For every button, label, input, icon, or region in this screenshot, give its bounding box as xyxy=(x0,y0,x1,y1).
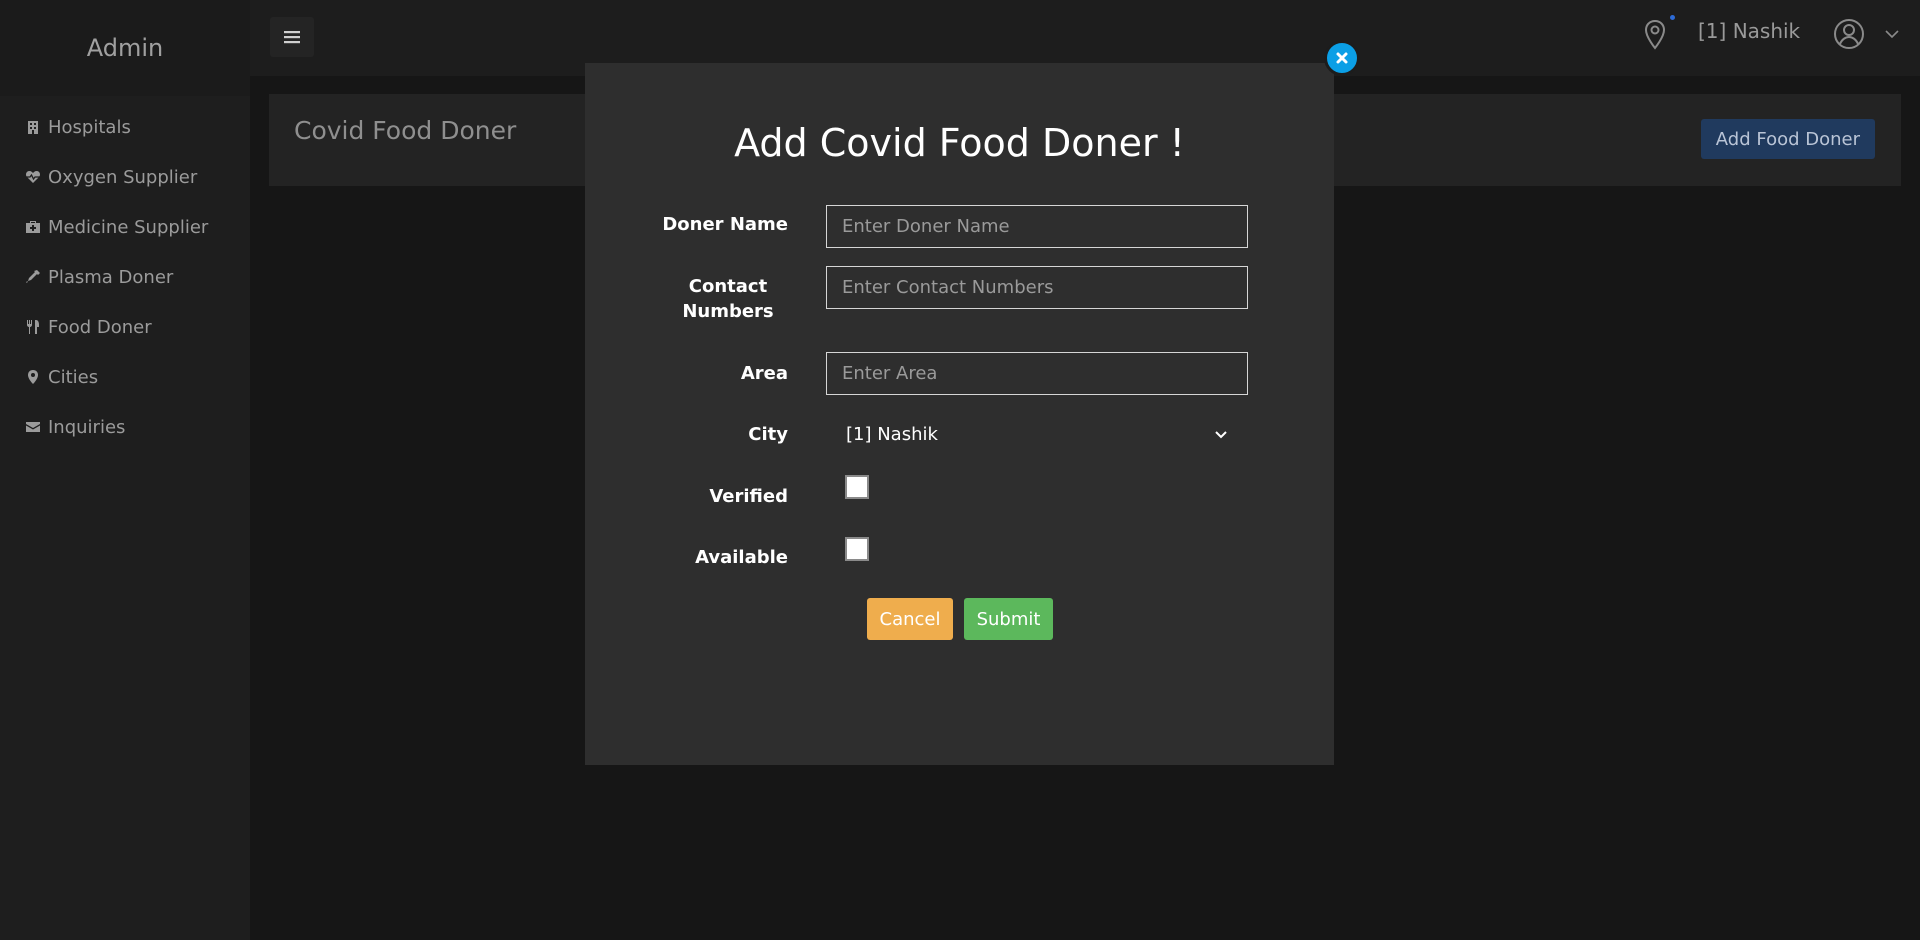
sidebar-item-oxygen-supplier[interactable]: Oxygen Supplier xyxy=(0,152,250,202)
city-select-value: [1] Nashik xyxy=(846,424,938,445)
verified-checkbox[interactable] xyxy=(845,475,869,499)
medkit-icon xyxy=(24,218,42,236)
sidebar-brand: Admin xyxy=(0,0,250,96)
sidebar-item-hospitals[interactable]: Hospitals xyxy=(0,102,250,152)
envelope-icon xyxy=(24,418,42,436)
hospital-icon xyxy=(24,118,42,136)
sidebar-item-label: Cities xyxy=(48,366,99,388)
sidebar-item-medicine-supplier[interactable]: Medicine Supplier xyxy=(0,202,250,252)
area-input[interactable] xyxy=(826,352,1248,395)
sidebar-item-food-doner[interactable]: Food Doner xyxy=(0,302,250,352)
user-avatar-icon[interactable] xyxy=(1832,17,1866,51)
current-city-label[interactable]: [1] Nashik xyxy=(1698,19,1800,43)
page-title: Covid Food Doner xyxy=(294,116,517,145)
chevron-down-icon xyxy=(1215,430,1227,438)
sidebar-item-label: Oxygen Supplier xyxy=(48,166,198,188)
sidebar-item-plasma-doner[interactable]: Plasma Doner xyxy=(0,252,250,302)
cancel-button[interactable]: Cancel xyxy=(867,598,953,640)
city-label: City xyxy=(748,424,788,445)
sidebar-nav: Hospitals Oxygen Supplier Medicine Suppl… xyxy=(0,96,250,452)
close-icon xyxy=(1336,52,1348,64)
location-pin-icon[interactable] xyxy=(1640,18,1670,52)
sidebar-item-label: Food Doner xyxy=(48,316,152,338)
hamburger-icon xyxy=(284,31,300,44)
doner-name-input[interactable] xyxy=(826,205,1248,248)
contact-numbers-label: Contact Numbers xyxy=(682,276,774,322)
map-marker-icon xyxy=(24,368,42,386)
submit-button[interactable]: Submit xyxy=(964,598,1053,640)
verified-label: Verified xyxy=(709,486,788,507)
sidebar-item-inquiries[interactable]: Inquiries xyxy=(0,402,250,452)
modal-close-button[interactable] xyxy=(1324,40,1360,76)
area-label: Area xyxy=(740,363,788,384)
sidebar-item-cities[interactable]: Cities xyxy=(0,352,250,402)
available-label: Available xyxy=(695,547,788,568)
modal-title: Add Covid Food Doner ! xyxy=(734,121,1185,165)
notification-dot xyxy=(1670,15,1675,20)
available-checkbox[interactable] xyxy=(845,537,869,561)
menu-toggle-button[interactable] xyxy=(270,17,314,57)
add-doner-modal: Add Covid Food Doner ! Doner Name Contac… xyxy=(585,63,1334,765)
contact-numbers-input[interactable] xyxy=(826,266,1248,309)
sidebar-item-label: Plasma Doner xyxy=(48,266,174,288)
sidebar-item-label: Medicine Supplier xyxy=(48,216,209,238)
sidebar-item-label: Hospitals xyxy=(48,116,131,138)
city-select[interactable]: [1] Nashik xyxy=(826,413,1248,456)
doner-name-label: Doner Name xyxy=(662,214,788,235)
eyedropper-icon xyxy=(24,268,42,286)
heartbeat-icon xyxy=(24,168,42,186)
cutlery-icon xyxy=(24,318,42,336)
sidebar-item-label: Inquiries xyxy=(48,416,126,438)
add-food-doner-button[interactable]: Add Food Doner xyxy=(1700,119,1875,159)
sidebar: Admin Hospitals Oxygen Supplier Medicine… xyxy=(0,0,250,940)
chevron-down-icon[interactable] xyxy=(1884,28,1900,40)
